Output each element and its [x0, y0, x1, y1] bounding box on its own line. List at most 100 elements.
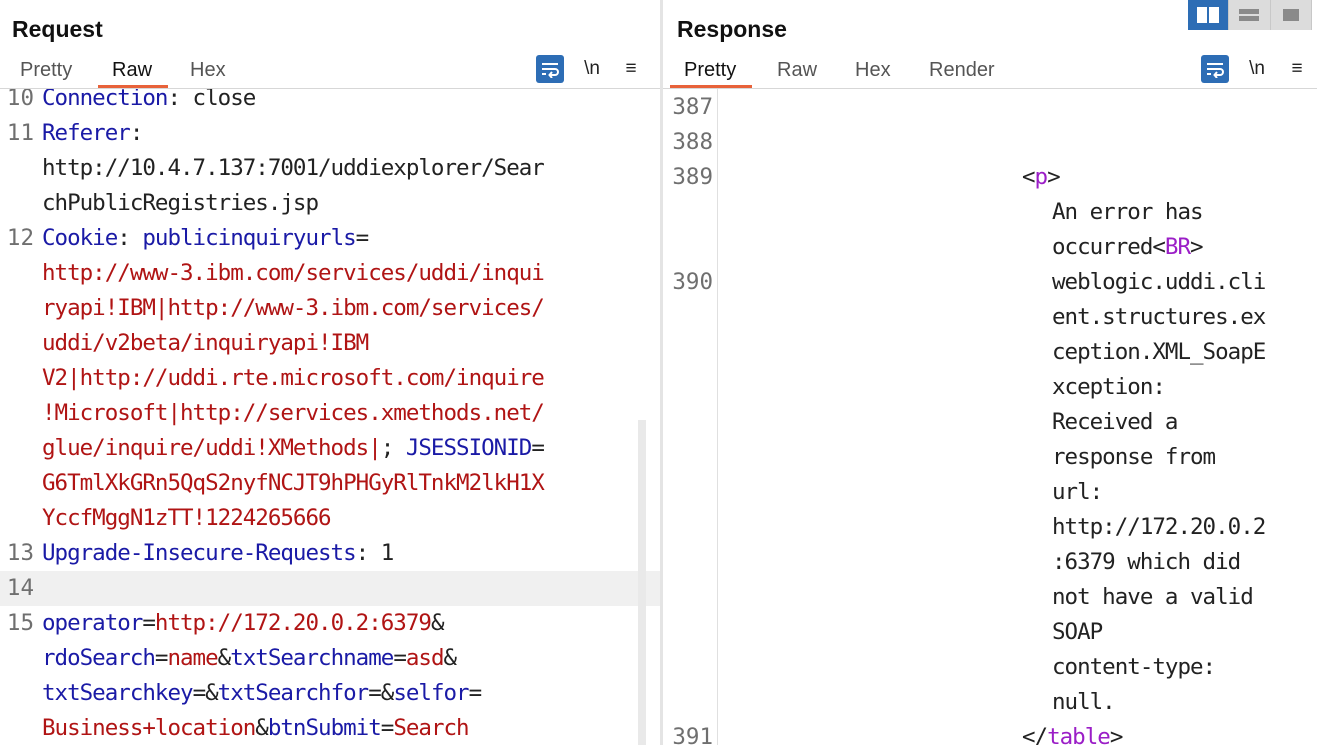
request-newline-toggle[interactable]: \n	[578, 55, 606, 83]
code-token: http://10.4.7.137:7001/uddiexplorer/Sear	[42, 155, 545, 181]
code-token: &	[443, 645, 458, 671]
request-code-line: V2|http://uddi.rte.microsoft.com/inquire	[0, 361, 660, 396]
response-code-line: Received a	[663, 405, 1317, 440]
code-token: table	[1047, 724, 1111, 745]
code-token: operator	[42, 610, 143, 636]
code-token: publicinquiryurls	[142, 225, 356, 251]
response-code-line: ception.XML_SoapE	[663, 335, 1317, 370]
response-code-line: content-type:	[663, 650, 1317, 685]
line-content: http://10.4.7.137:7001/uddiexplorer/Sear	[42, 151, 545, 186]
request-tab-hex[interactable]: Hex	[190, 57, 226, 87]
response-word-wrap-button[interactable]	[1201, 55, 1229, 83]
layout-switch	[1188, 0, 1312, 30]
request-code-line: chPublicRegistries.jsp	[0, 186, 660, 221]
code-token: uddi/v2beta/inquiryapi!IBM	[42, 330, 369, 356]
code-token: Upgrade-Insecure-Requests	[42, 540, 357, 566]
code-token: :	[117, 225, 143, 251]
response-code-line: An error has	[663, 195, 1317, 230]
code-token: txtSearchname	[230, 645, 394, 671]
line-number: 12	[6, 225, 34, 251]
code-token: rdoSearch	[42, 645, 156, 671]
code-token: http://172.20.0.2:6379	[154, 610, 432, 636]
code-token: <	[1022, 164, 1036, 190]
request-code-line: 10 Connection: close	[0, 89, 660, 116]
line-content: :6379 which did	[1052, 545, 1241, 580]
response-tab-pretty[interactable]: Pretty	[669, 57, 753, 88]
request-code-line: !Microsoft|http://services.xmethods.net/	[0, 396, 660, 431]
side-by-side-layout-button[interactable]	[1188, 0, 1230, 30]
line-content: url:	[1052, 475, 1103, 510]
response-tab-render[interactable]: Render	[929, 57, 995, 87]
code-token: btnSubmit	[267, 715, 382, 741]
request-code-line: uddi/v2beta/inquiryapi!IBM	[0, 326, 660, 361]
code-token: name	[167, 645, 218, 671]
code-token: occurred<	[1052, 234, 1166, 260]
request-word-wrap-button[interactable]	[536, 55, 564, 83]
response-menu-button[interactable]: ≡	[1283, 55, 1311, 83]
response-code-line: xception:	[663, 370, 1317, 405]
code-token: >	[1109, 724, 1124, 745]
line-content: uddi/v2beta/inquiryapi!IBM	[42, 326, 369, 361]
response-code-line: :6379 which did	[663, 545, 1317, 580]
request-editor[interactable]: 10 Connection: close 11 Referer: http://10.4…	[0, 89, 660, 745]
response-tab-hex[interactable]: Hex	[855, 57, 891, 87]
request-code-line: glue/inquire/uddi!XMethods|; JSESSIONID=	[0, 431, 660, 466]
code-token: chPublicRegistries.jsp	[42, 190, 319, 216]
code-token: p	[1034, 164, 1049, 190]
code-token: =	[355, 225, 370, 251]
response-code-line: 390 weblogic.uddi.cli	[663, 265, 1317, 300]
request-pane: Request Pretty Raw Hex \n ≡ 10 Connection…	[0, 0, 660, 745]
response-tab-raw[interactable]: Raw	[777, 57, 817, 87]
code-token: </	[1022, 724, 1048, 745]
response-editor[interactable]: 387 388 389 <p> An error has occurred<BR> 390 w…	[663, 89, 1317, 745]
response-code-line: http://172.20.0.2	[663, 510, 1317, 545]
code-token: ception.XML_SoapE	[1052, 339, 1266, 365]
line-content: V2|http://uddi.rte.microsoft.com/inquire	[42, 361, 545, 396]
columns-icon	[1197, 7, 1220, 23]
request-menu-button[interactable]: ≡	[617, 55, 645, 83]
line-content: ryapi!IBM|http://www-3.ibm.com/services/	[42, 291, 545, 326]
line-content: rdoSearch=name&txtSearchname=asd&	[42, 641, 458, 676]
single-layout-button[interactable]	[1270, 0, 1312, 30]
code-token: =	[142, 610, 156, 636]
code-token: !Microsoft|http://services.xmethods.net/	[42, 400, 545, 426]
line-number: 11	[6, 120, 34, 146]
line-content: Business+location&btnSubmit=Search	[42, 711, 470, 745]
response-code-line: 391 </table>	[663, 720, 1317, 745]
request-code-line: G6TmlXkGRn5QqS2nyfNCJT9hPHGyRlTnkM2lkH1X	[0, 466, 660, 501]
request-code-line: http://10.4.7.137:7001/uddiexplorer/Sear	[0, 151, 660, 186]
line-content: null.	[1052, 685, 1116, 720]
code-token: : 1	[355, 540, 395, 566]
line-content: http://www-3.ibm.com/services/uddi/inqui	[42, 256, 545, 291]
line-number: 14	[6, 575, 34, 601]
request-scrollbar[interactable]	[638, 420, 646, 745]
single-pane-icon	[1282, 9, 1299, 21]
word-wrap-icon	[1207, 63, 1224, 78]
response-newline-toggle[interactable]: \n	[1243, 55, 1271, 83]
line-content: weblogic.uddi.cli	[1052, 265, 1266, 300]
code-token: An error has	[1052, 199, 1204, 225]
code-token: asd	[405, 645, 445, 671]
code-token: glue/inquire/uddi!XMethods|	[42, 435, 382, 461]
code-token: =&	[368, 680, 394, 706]
line-content: YccfMggN1zTT!1224265666	[42, 501, 332, 536]
stacked-layout-button[interactable]	[1229, 0, 1271, 30]
line-content: not have a valid	[1052, 580, 1254, 615]
request-code-line: 14	[0, 571, 660, 606]
line-number: 10	[6, 89, 34, 111]
response-code-line: url:	[663, 475, 1317, 510]
line-content: Connection: close	[42, 89, 256, 116]
code-token: weblogic.uddi.cli	[1052, 269, 1266, 295]
response-code-line: 388	[663, 125, 1317, 160]
request-code-line: rdoSearch=name&txtSearchname=asd&	[0, 641, 660, 676]
code-token: =	[393, 645, 407, 671]
request-tab-pretty[interactable]: Pretty	[20, 57, 72, 87]
line-content: xception:	[1052, 370, 1166, 405]
code-token: Referer	[42, 120, 131, 146]
code-token: =	[468, 680, 483, 706]
request-tab-raw[interactable]: Raw	[97, 57, 169, 88]
word-wrap-icon	[542, 63, 559, 78]
code-token: content-type:	[1052, 654, 1216, 680]
code-token: null.	[1052, 689, 1116, 715]
code-token: xception:	[1052, 374, 1166, 400]
